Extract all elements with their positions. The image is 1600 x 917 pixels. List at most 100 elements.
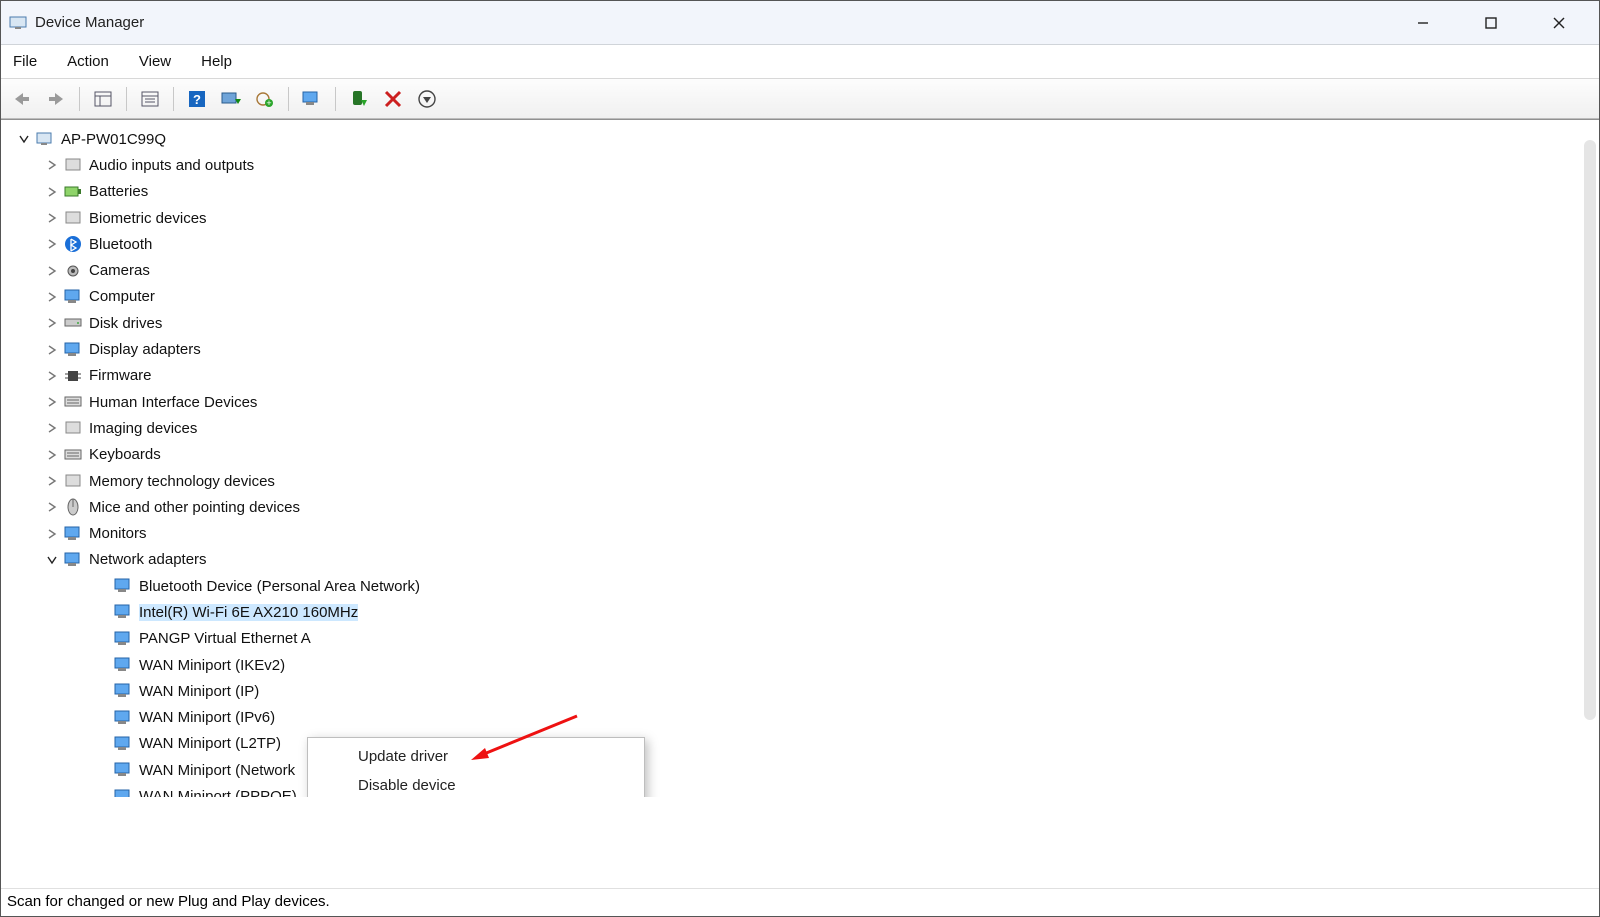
tree-category[interactable]: Imaging devices	[11, 415, 1579, 441]
chevron-placeholder	[95, 632, 109, 646]
tree-category[interactable]: Mice and other pointing devices	[11, 494, 1579, 520]
expand-chevron-icon[interactable]	[45, 237, 59, 251]
svg-text:+: +	[266, 98, 271, 108]
tree-device[interactable]: WAN Miniport (IKEv2)	[11, 652, 1579, 678]
back-button[interactable]	[7, 85, 37, 113]
tree-category[interactable]: Human Interface Devices	[11, 389, 1579, 415]
expand-chevron-icon[interactable]	[45, 290, 59, 304]
expand-chevron-icon[interactable]	[45, 343, 59, 357]
tree-device[interactable]: WAN Miniport (IPv6)	[11, 705, 1579, 731]
minimize-button[interactable]	[1401, 8, 1445, 38]
tree-item-label: Imaging devices	[89, 420, 197, 437]
toolbar: ? +	[1, 79, 1599, 119]
tree-item-label: Disk drives	[89, 315, 162, 332]
close-button[interactable]	[1537, 8, 1581, 38]
tree-device[interactable]: WAN Miniport (Network	[11, 757, 1579, 783]
bluetooth-icon	[63, 234, 83, 254]
tree-device[interactable]: WAN Miniport (L2TP)	[11, 731, 1579, 757]
forward-button[interactable]	[41, 85, 71, 113]
menu-view[interactable]: View	[135, 49, 175, 74]
tree-item-label: WAN Miniport (L2TP)	[139, 735, 281, 752]
tree-category[interactable]: Cameras	[11, 257, 1579, 283]
expand-chevron-icon[interactable]	[45, 185, 59, 199]
tree-category[interactable]: Disk drives	[11, 310, 1579, 336]
nic-icon	[113, 760, 133, 780]
menu-help[interactable]: Help	[197, 49, 236, 74]
tree-item-label: WAN Miniport (IPv6)	[139, 709, 275, 726]
tree-item-label: WAN Miniport (PPPOE)	[139, 788, 297, 797]
help-button[interactable]: ?	[182, 85, 212, 113]
show-hide-tree-button[interactable]	[88, 85, 118, 113]
tree-item-label: Monitors	[89, 525, 147, 542]
tree-item-label: Network adapters	[89, 551, 207, 568]
fingerprint-icon	[63, 208, 83, 228]
expand-chevron-icon[interactable]	[45, 474, 59, 488]
expand-chevron-icon[interactable]	[45, 553, 59, 567]
expand-chevron-icon[interactable]	[45, 500, 59, 514]
chevron-placeholder	[95, 711, 109, 725]
tree-device[interactable]: Bluetooth Device (Personal Area Network)	[11, 573, 1579, 599]
imaging-icon	[63, 418, 83, 438]
tree-root[interactable]: AP-PW01C99Q	[11, 126, 1579, 152]
expand-chevron-icon[interactable]	[45, 448, 59, 462]
nic-icon	[113, 734, 133, 754]
scan-hardware-button[interactable]	[216, 85, 246, 113]
expand-chevron-icon[interactable]	[17, 132, 31, 146]
chevron-placeholder	[95, 737, 109, 751]
enable-device-button[interactable]	[344, 85, 374, 113]
expand-chevron-icon[interactable]	[45, 316, 59, 330]
tree-category[interactable]: Computer	[11, 284, 1579, 310]
drive-icon	[63, 313, 83, 333]
statusbar-text: Scan for changed or new Plug and Play de…	[7, 893, 330, 910]
tree-category[interactable]: Network adapters	[11, 547, 1579, 573]
chevron-placeholder	[95, 579, 109, 593]
tree-item-label: WAN Miniport (IP)	[139, 683, 259, 700]
tree-device[interactable]: PANGP Virtual Ethernet A	[11, 626, 1579, 652]
device-tree[interactable]: AP-PW01C99QAudio inputs and outputsBatte…	[11, 126, 1579, 797]
nic-icon	[113, 655, 133, 675]
expand-chevron-icon[interactable]	[45, 395, 59, 409]
tree-category[interactable]: Firmware	[11, 363, 1579, 389]
add-legacy-hardware-button[interactable]: +	[250, 85, 280, 113]
expand-chevron-icon[interactable]	[45, 264, 59, 278]
expand-chevron-icon[interactable]	[45, 211, 59, 225]
properties-button[interactable]	[135, 85, 165, 113]
disable-device-button[interactable]	[378, 85, 408, 113]
tree-item-label: WAN Miniport (Network	[139, 762, 295, 779]
expand-chevron-icon[interactable]	[45, 158, 59, 172]
tree-device[interactable]: Intel(R) Wi-Fi 6E AX210 160MHz	[11, 599, 1579, 625]
tree-device[interactable]: WAN Miniport (IP)	[11, 678, 1579, 704]
tree-device[interactable]: WAN Miniport (PPPOE)	[11, 783, 1579, 797]
tree-category[interactable]: Bluetooth	[11, 231, 1579, 257]
tree-item-label: Bluetooth Device (Personal Area Network)	[139, 578, 420, 595]
titlebar: Device Manager	[1, 1, 1599, 45]
toolbar-separator	[126, 87, 127, 111]
maximize-button[interactable]	[1469, 8, 1513, 38]
toolbar-separator	[288, 87, 289, 111]
tree-category[interactable]: Monitors	[11, 520, 1579, 546]
tree-category[interactable]: Keyboards	[11, 442, 1579, 468]
chevron-placeholder	[95, 763, 109, 777]
uninstall-button[interactable]	[412, 85, 442, 113]
context-disable-device[interactable]: Disable device	[308, 771, 644, 797]
menu-action[interactable]: Action	[63, 49, 113, 74]
tree-category[interactable]: Memory technology devices	[11, 468, 1579, 494]
memory-icon	[63, 471, 83, 491]
expand-chevron-icon[interactable]	[45, 369, 59, 383]
window-title: Device Manager	[35, 14, 144, 31]
svg-text:?: ?	[193, 92, 201, 107]
context-update-driver[interactable]: Update driver	[308, 742, 644, 771]
menu-file[interactable]: File	[9, 49, 41, 74]
tree-category[interactable]: Audio inputs and outputs	[11, 152, 1579, 178]
tree-category[interactable]: Batteries	[11, 179, 1579, 205]
tree-category[interactable]: Biometric devices	[11, 205, 1579, 231]
expand-chevron-icon[interactable]	[45, 421, 59, 435]
vertical-scrollbar[interactable]	[1584, 140, 1596, 720]
speaker-icon	[63, 155, 83, 175]
expand-chevron-icon[interactable]	[45, 527, 59, 541]
tree-category[interactable]: Display adapters	[11, 336, 1579, 362]
keyboard-icon	[63, 445, 83, 465]
camera-icon	[63, 261, 83, 281]
update-driver-button[interactable]	[297, 85, 327, 113]
tree-item-label: PANGP Virtual Ethernet A	[139, 630, 311, 647]
